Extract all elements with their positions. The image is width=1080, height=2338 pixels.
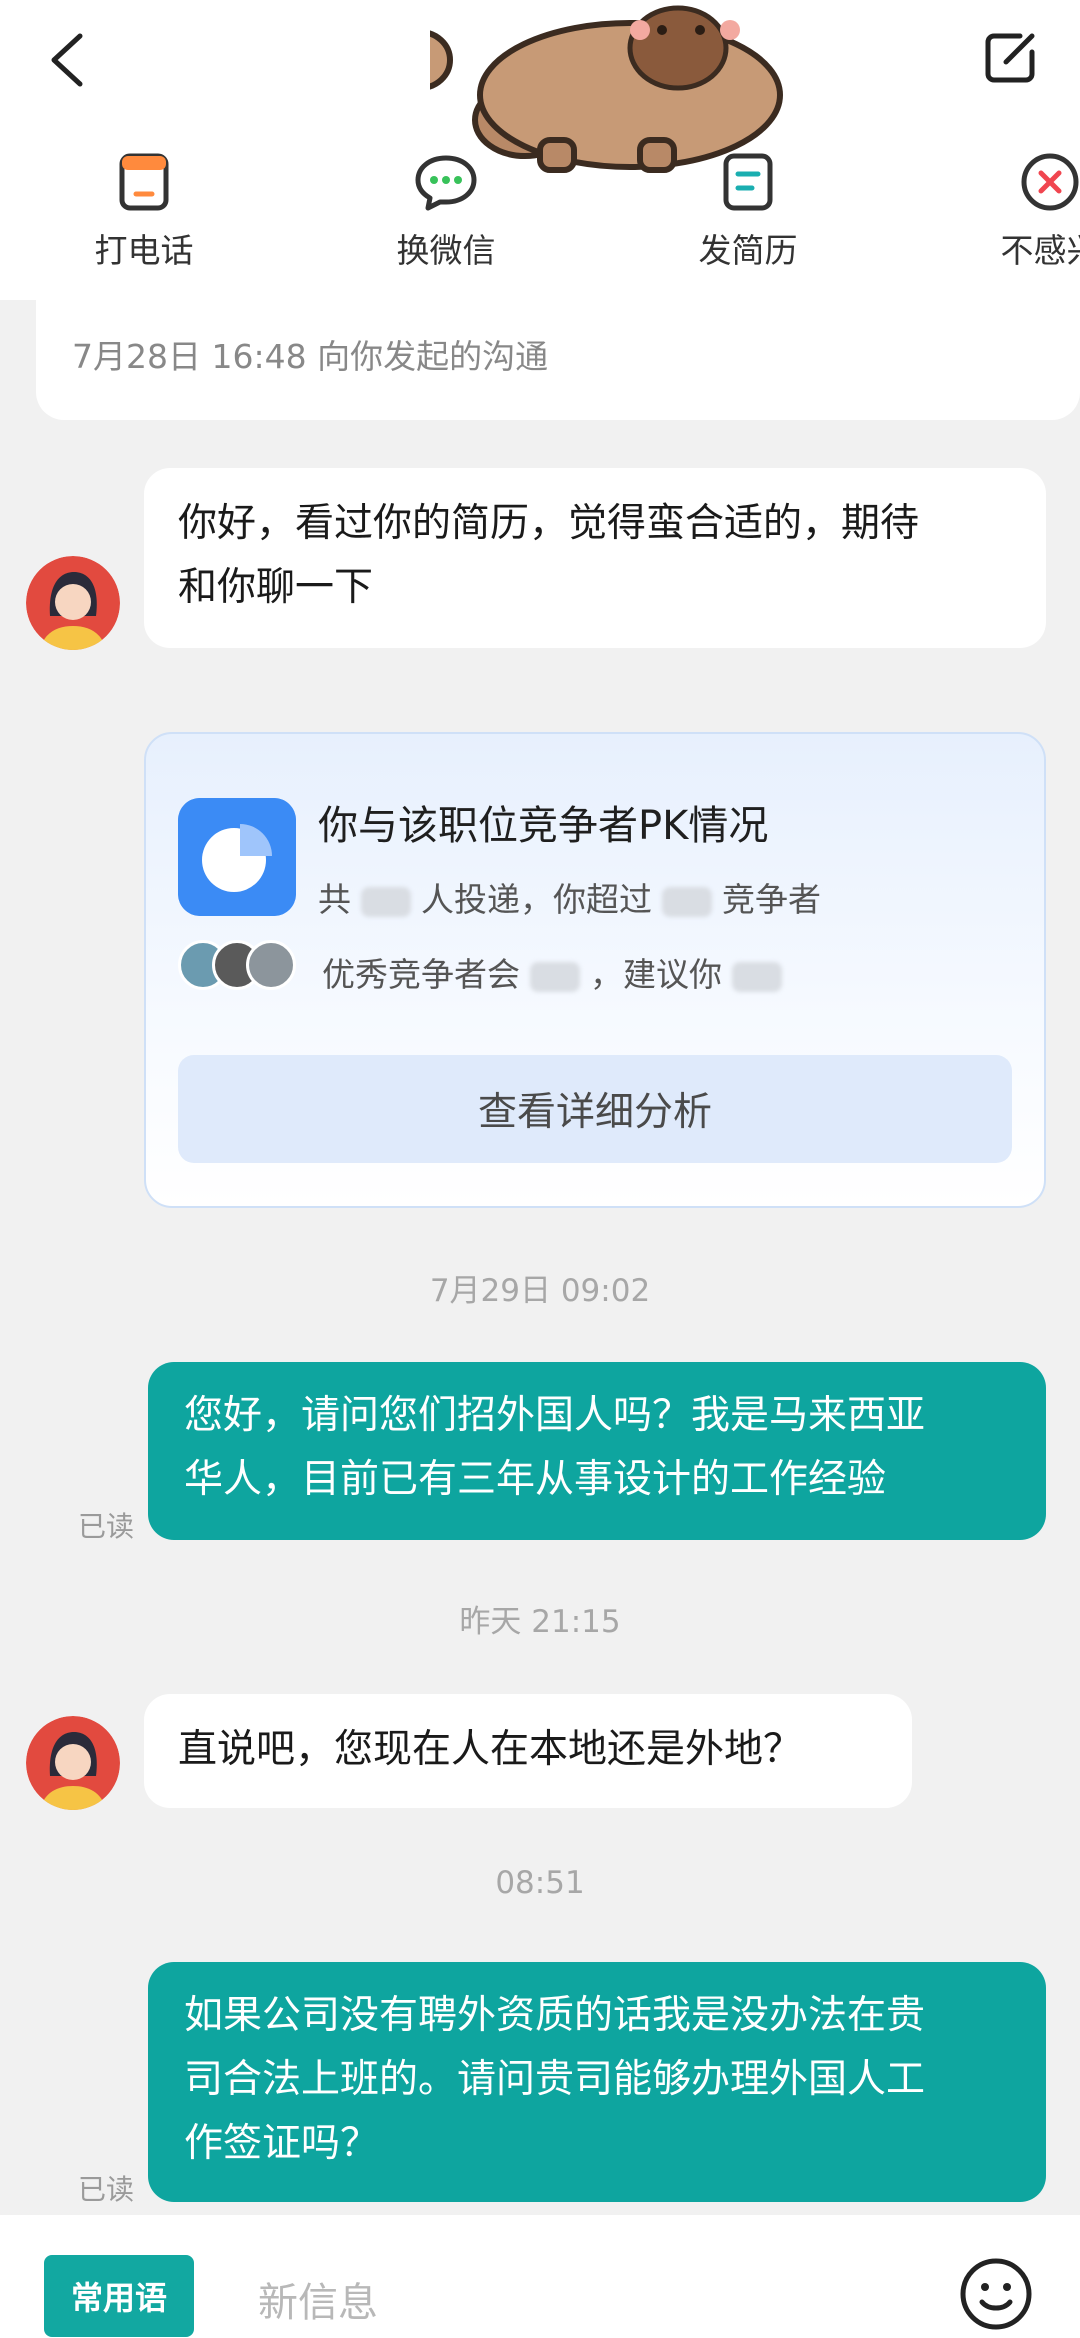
timestamp: 7月29日 09:02 xyxy=(429,1273,651,1309)
recruiter-avatar[interactable] xyxy=(26,556,120,650)
timestamp: 08:51 xyxy=(495,1865,585,1901)
blurred-value xyxy=(361,886,411,917)
blurred-value xyxy=(732,961,782,992)
read-status: 已读 xyxy=(78,1510,135,1543)
message-bubble-incoming[interactable]: 直说吧，您现在人在本地还是外地？ xyxy=(144,1694,912,1808)
pie-chart-icon xyxy=(178,798,296,916)
emoji-icon[interactable] xyxy=(958,2256,1034,2332)
edit-icon[interactable] xyxy=(980,28,1040,88)
resume-label: 发简历 xyxy=(698,231,798,270)
wechat-action[interactable]: 换微信 xyxy=(346,150,546,272)
not-interested-label: 不感兴 xyxy=(1000,231,1080,270)
not-interested-action[interactable]: 不感兴 xyxy=(950,150,1080,272)
back-icon[interactable] xyxy=(42,30,92,90)
message-line: 作签证吗？ xyxy=(184,2121,380,2166)
message-bubble-outgoing[interactable]: 您好，请问您们招外国人吗？我是马来西亚 华人，目前已有三年从事设计的工作经验 xyxy=(148,1362,1046,1540)
wechat-icon xyxy=(415,155,477,211)
phone-icon xyxy=(119,153,169,211)
blurred-value xyxy=(662,886,712,917)
call-action[interactable]: 打电话 xyxy=(44,150,244,272)
message-bubble-outgoing[interactable]: 如果公司没有聘外资质的话我是没办法在贵 司合法上班的。请问贵司能够办理外国人工 … xyxy=(148,1962,1046,2202)
blurred-value xyxy=(530,961,580,992)
recruiter-avatar[interactable] xyxy=(26,1716,120,1810)
resume-action[interactable]: 发简历 xyxy=(648,150,848,272)
quick-phrases-button[interactable]: 常用语 xyxy=(44,2255,194,2337)
message-line: 直说吧，您现在人在本地还是外地？ xyxy=(178,1727,803,1772)
pk-title: 你与该职位竞争者PK情况 xyxy=(318,803,769,849)
message-bubble-incoming[interactable]: 你好，看过你的简历，觉得蛮合适的，期待 和你聊一下 xyxy=(144,468,1046,648)
message-line: 华人，目前已有三年从事设计的工作经验 xyxy=(184,1457,887,1502)
view-analysis-button[interactable]: 查看详细分析 xyxy=(178,1055,1012,1163)
message-line: 您好，请问您们招外国人吗？我是马来西亚 xyxy=(184,1393,926,1438)
resume-icon xyxy=(723,153,773,211)
conversation-start-info: 7月28日 16:48 向你发起的沟通 xyxy=(72,337,549,376)
timestamp: 昨天 21:15 xyxy=(459,1604,621,1640)
wechat-label: 换微信 xyxy=(396,231,496,270)
not-interested-icon xyxy=(1021,153,1079,211)
message-line: 司合法上班的。请问贵司能够办理外国人工 xyxy=(184,2057,926,2102)
message-line: 如果公司没有聘外资质的话我是没办法在贵 xyxy=(184,1993,926,2038)
pk-summary-line: 共人投递，你超过 竞争者 xyxy=(318,880,821,919)
competitor-avatar xyxy=(246,940,296,990)
message-line: 和你聊一下 xyxy=(178,565,374,610)
message-line: 你好，看过你的简历，觉得蛮合适的，期待 xyxy=(178,501,920,546)
call-label: 打电话 xyxy=(94,231,194,270)
read-status: 已读 xyxy=(78,2173,135,2206)
pk-advice-line: 优秀竞争者会 ，建议你 xyxy=(322,948,792,996)
message-input[interactable]: 新信息 xyxy=(258,2270,378,2328)
